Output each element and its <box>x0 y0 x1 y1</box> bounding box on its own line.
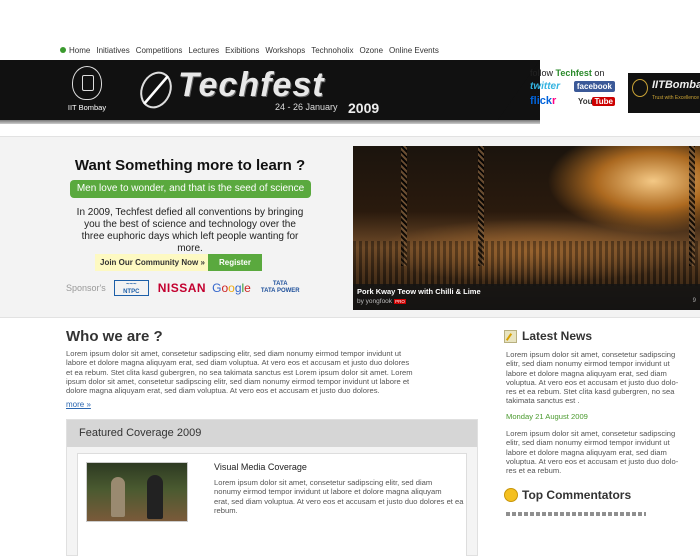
facebook-link[interactable]: facebook <box>573 81 615 92</box>
iit-emblem-icon <box>632 79 648 97</box>
photo-caption-bar: Pork Kway Teow with Chilli & Lime by yon… <box>353 284 700 310</box>
flickr-link[interactable]: flickr <box>530 95 556 107</box>
techfest-year: 2009 <box>348 100 380 116</box>
follow-brand: Techfest <box>555 68 592 78</box>
techfest-dates: 24 - 26 January <box>275 102 338 112</box>
google-logo[interactable]: Google <box>212 281 251 295</box>
nissan-logo[interactable]: NISSAN <box>158 281 206 295</box>
ntpc-logo[interactable]: ~~~ NTPC <box>113 280 149 296</box>
follow-panel: follow Techfest on twitter facebook flic… <box>530 68 615 107</box>
notepad-icon <box>504 329 517 343</box>
photo-byline[interactable]: by yongfook <box>357 298 392 305</box>
techfest-title[interactable]: Techfest <box>178 66 325 105</box>
pro-badge: PRO <box>394 299 406 304</box>
nav-online-events[interactable]: Online Events <box>389 46 439 55</box>
photo-count: 9 <box>692 298 696 304</box>
tata-power-logo[interactable]: TATA TATA POWER <box>261 281 300 295</box>
coverage-title[interactable]: Visual Media Coverage <box>214 462 307 472</box>
sponsors-label: Sponsor's <box>66 283 106 293</box>
more-link[interactable]: more » <box>66 400 91 409</box>
featured-photo[interactable]: Pork Kway Teow with Chilli & Lime by yon… <box>353 146 700 310</box>
coverage-thumbnail[interactable] <box>86 462 188 522</box>
top-nav: Home Initiatives Competitions Lectures E… <box>60 44 445 56</box>
nav-lectures[interactable]: Lectures <box>188 46 219 55</box>
nav-competitions[interactable]: Competitions <box>136 46 183 55</box>
youtube-link[interactable]: You Tube <box>578 96 615 106</box>
promo-tagline: Men love to wonder, and that is the seed… <box>70 180 311 198</box>
twitter-link[interactable]: twitter <box>530 81 560 92</box>
join-community-button[interactable]: Join Our Community Now » <box>95 254 210 271</box>
featured-coverage-heading: Featured Coverage 2009 <box>67 420 477 447</box>
news-item-1: Lorem ipsum dolor sit amet, consetetur s… <box>506 350 679 406</box>
iit-bombay-label: IIT Bombay <box>67 103 107 112</box>
register-button[interactable]: Register <box>208 254 262 271</box>
promo-body: In 2009, Techfest defied all conventions… <box>76 207 304 254</box>
nav-exibitions[interactable]: Exibitions <box>225 46 259 55</box>
smiley-icon <box>504 488 518 502</box>
iit-bombay-corner-logo[interactable]: IITBombay Trust with Excellence <box>628 73 700 113</box>
latest-news-heading: Latest News <box>504 329 592 343</box>
who-we-are-heading: Who we are ? <box>66 328 163 345</box>
top-commentators-heading: Top Commentators <box>504 488 631 502</box>
nav-initiatives[interactable]: Initiatives <box>96 46 129 55</box>
nav-ozone[interactable]: Ozone <box>359 46 383 55</box>
featured-coverage-panel: Featured Coverage 2009 Visual Media Cove… <box>66 419 478 556</box>
header-banner: IIT Bombay Techfest 24 - 26 January 2009… <box>0 60 700 124</box>
who-we-are-body: Lorem ipsum dolor sit amet, consetetur s… <box>66 349 413 396</box>
nav-technoholix[interactable]: Technoholix <box>311 46 353 55</box>
iit-crest-icon <box>72 66 102 100</box>
nav-home[interactable]: Home <box>69 46 90 55</box>
coverage-item: Visual Media Coverage Lorem ipsum dolor … <box>77 453 467 556</box>
sponsors-row: Sponsor's ~~~ NTPC NISSAN Google TATA TATA… <box>66 280 300 296</box>
news-item-2: Lorem ipsum dolor sit amet, consetetur s… <box>506 429 679 476</box>
iit-bombay-logo[interactable]: IIT Bombay <box>62 66 112 118</box>
techfest-swirl-icon <box>140 71 172 109</box>
coverage-body: Lorem ipsum dolor sit amet, consetetur s… <box>214 478 464 515</box>
home-bullet-icon <box>60 47 66 53</box>
promo-heading: Want Something more to learn ? <box>74 157 306 174</box>
news-date: Monday 21 August 2009 <box>506 412 588 421</box>
commentators-list-peek <box>506 512 646 516</box>
photo-caption[interactable]: Pork Kway Teow with Chilli & Lime <box>357 287 481 296</box>
nav-workshops[interactable]: Workshops <box>265 46 305 55</box>
